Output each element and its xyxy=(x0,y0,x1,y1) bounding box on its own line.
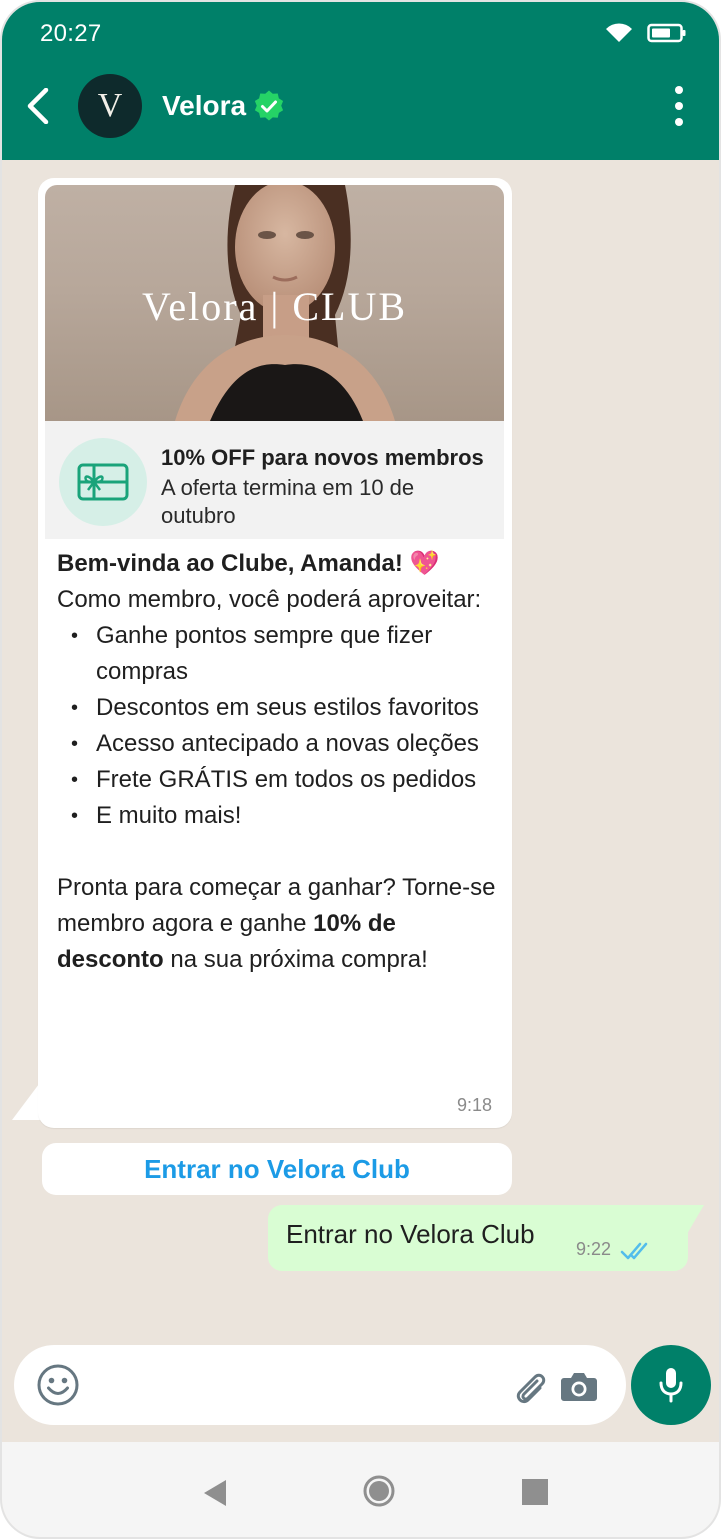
list-item: Acesso antecipado a novas oleções xyxy=(57,726,497,762)
system-nav-bar xyxy=(2,1442,719,1537)
battery-icon xyxy=(647,23,686,43)
outgoing-text: Entrar no Velora Club xyxy=(286,1219,535,1249)
camera-icon[interactable] xyxy=(560,1369,598,1403)
benefits-list: Ganhe pontos sempre que fizer compras De… xyxy=(57,618,497,834)
list-item: E muito mais! xyxy=(57,798,497,834)
hero-image[interactable]: Velora | CLUB xyxy=(45,185,504,421)
club-logo: Velora | CLUB xyxy=(141,284,408,329)
gift-card-icon xyxy=(77,463,129,501)
more-vert-dot xyxy=(675,102,683,110)
voice-message-button[interactable] xyxy=(631,1345,711,1425)
phone-screen: 20:27 V Velora Velora | CLUB 10% OFF par… xyxy=(0,0,721,1539)
nav-recents-icon[interactable] xyxy=(522,1479,548,1505)
read-receipt-icon xyxy=(620,1242,648,1260)
paperclip-icon[interactable] xyxy=(512,1367,548,1407)
chat-header: 20:27 V Velora xyxy=(2,2,719,160)
offer-panel: 10% OFF para novos membros A oferta term… xyxy=(45,421,504,539)
closing-part2: na sua próxima compra! xyxy=(163,946,428,973)
back-arrow-icon xyxy=(27,88,49,124)
closing-text: Pronta para começar a ganhar? Torne-se m… xyxy=(57,870,497,978)
offer-subtitle: A oferta termina em 10 de outubro xyxy=(161,475,415,528)
contact-name[interactable]: Velora xyxy=(162,90,246,122)
verified-badge-icon xyxy=(254,90,284,121)
outgoing-message-bubble[interactable]: Entrar no Velora Club 9:22 xyxy=(268,1205,688,1271)
more-options-button[interactable] xyxy=(667,86,691,126)
outgoing-timestamp: 9:22 xyxy=(576,1239,612,1259)
microphone-icon xyxy=(659,1368,683,1403)
avatar[interactable]: V xyxy=(78,74,142,138)
status-time: 20:27 xyxy=(40,20,102,47)
status-icons xyxy=(605,22,687,44)
more-vert-dot xyxy=(675,118,683,126)
message-text: Bem-vinda ao Clube, Amanda! 💖 Como membr… xyxy=(57,546,497,978)
list-item: Frete GRÁTIS em todos os pedidos xyxy=(57,762,497,798)
wifi-icon xyxy=(606,23,632,42)
gift-icon-circle xyxy=(59,438,147,526)
back-button[interactable] xyxy=(20,84,56,128)
more-vert-icon xyxy=(675,86,683,94)
list-item: Descontos em seus estilos favoritos xyxy=(57,690,497,726)
incoming-message-bubble[interactable]: Velora | CLUB 10% OFF para novos membros… xyxy=(38,178,512,1128)
offer-title: 10% OFF para novos membros xyxy=(161,445,484,470)
nav-back-icon[interactable] xyxy=(202,1478,228,1508)
join-club-button[interactable]: Entrar no Velora Club xyxy=(42,1143,512,1195)
intro-text: Como membro, você poderá aproveitar: xyxy=(57,586,482,613)
emoji-icon[interactable] xyxy=(36,1363,80,1407)
nav-home-icon[interactable] xyxy=(362,1474,396,1508)
message-composer xyxy=(14,1345,626,1425)
message-input[interactable] xyxy=(98,1369,498,1401)
closing-part1: Pronta para começar a ganhar? Torne-se m… xyxy=(57,874,496,937)
list-item: Ganhe pontos sempre que fizer compras xyxy=(57,618,497,690)
chat-area[interactable]: Velora | CLUB 10% OFF para novos membros… xyxy=(2,160,719,1442)
greeting: Bem-vinda ao Clube, Amanda! 💖 xyxy=(57,550,440,577)
incoming-timestamp: 9:18 xyxy=(456,1095,492,1115)
